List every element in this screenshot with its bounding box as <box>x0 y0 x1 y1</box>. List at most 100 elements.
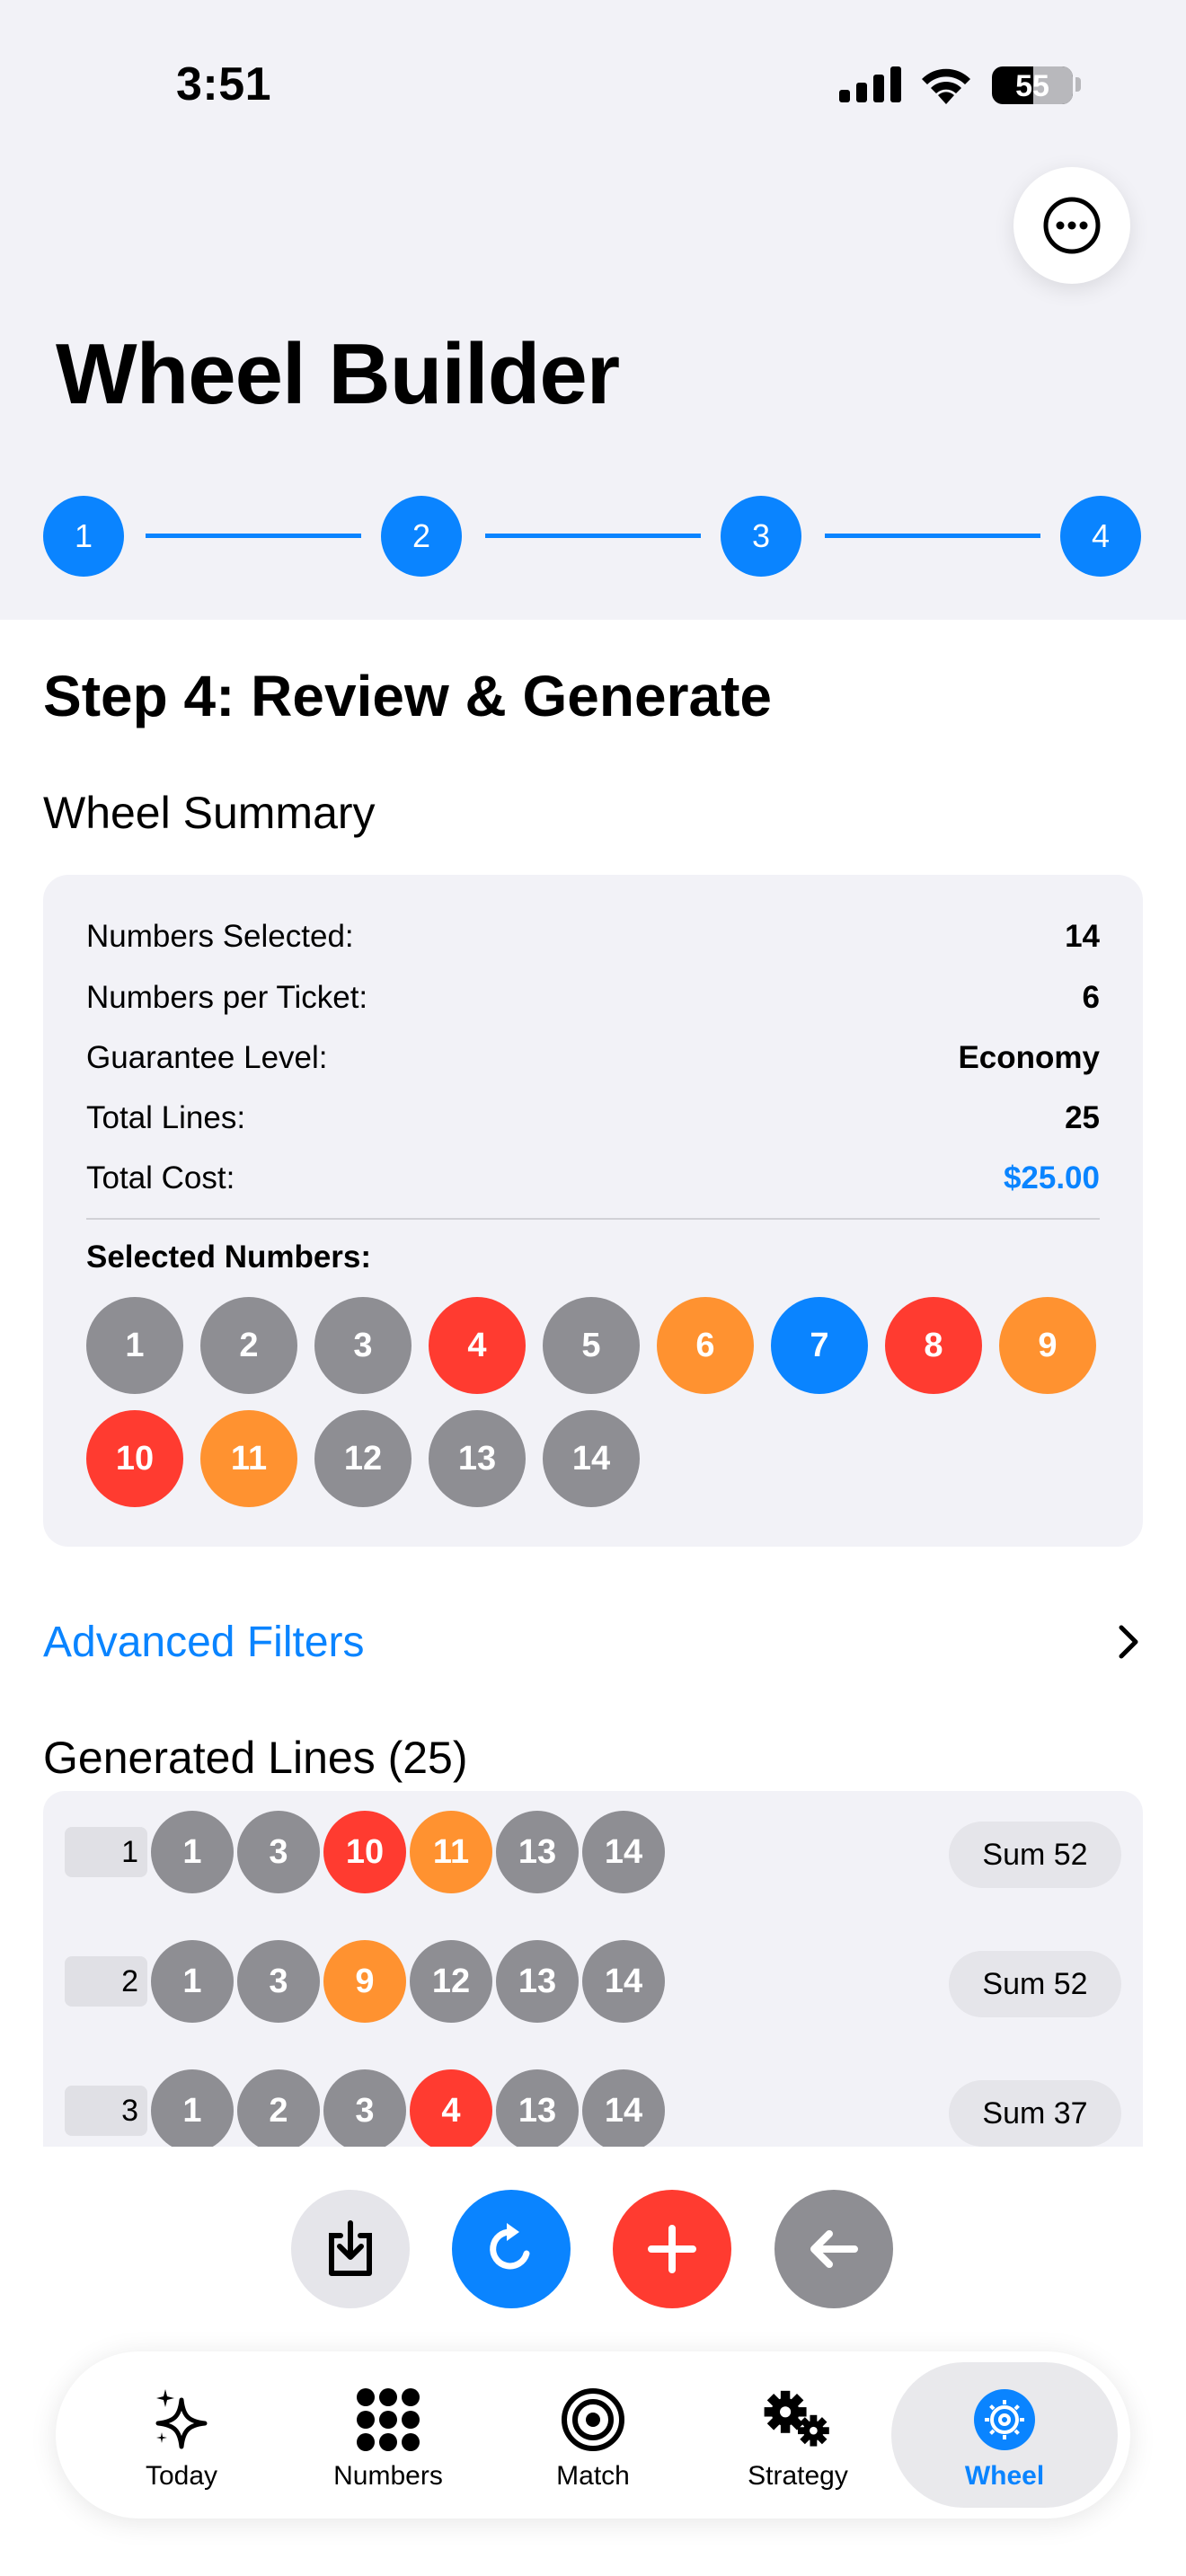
line-number: 3 <box>65 2086 147 2136</box>
summary-row: Numbers Selected: 14 <box>86 914 1100 959</box>
advanced-filters-row[interactable]: Advanced Filters <box>43 1608 1143 1676</box>
summary-label: Numbers per Ticket: <box>86 980 368 1015</box>
line-number: 2 <box>65 1956 147 2007</box>
number-ball: 14 <box>543 1410 640 1507</box>
number-ball: 12 <box>314 1410 412 1507</box>
back-button[interactable] <box>774 2190 893 2308</box>
line-ball: 14 <box>582 2069 665 2147</box>
line-ball: 3 <box>323 2069 406 2147</box>
summary-label: Guarantee Level: <box>86 1040 328 1075</box>
tab-label: Strategy <box>748 2461 848 2491</box>
summary-row: Total Lines: 25 <box>86 1096 1100 1141</box>
number-ball: 4 <box>429 1297 526 1394</box>
target-icon <box>562 2388 624 2451</box>
status-icons: 55 <box>839 63 1082 106</box>
line-ball: 1 <box>151 1940 234 2023</box>
battery-icon: 55 <box>992 66 1073 104</box>
number-ball: 9 <box>999 1297 1096 1394</box>
add-button[interactable] <box>613 2190 731 2308</box>
divider <box>86 1218 1100 1220</box>
sparkles-icon <box>155 2389 208 2449</box>
line-ball: 13 <box>496 1811 579 1893</box>
tab-label: Match <box>556 2461 630 2491</box>
summary-row: Guarantee Level: Economy <box>86 1036 1100 1081</box>
summary-row: Numbers per Ticket: 6 <box>86 975 1100 1020</box>
line-row[interactable]: 1 1 3 10 11 13 14 Sum 52 <box>43 1804 1143 1893</box>
number-ball: 10 <box>86 1410 183 1507</box>
step-1[interactable]: 1 <box>43 496 124 577</box>
sum-badge: Sum 37 <box>949 2080 1121 2147</box>
summary-label: Numbers Selected: <box>86 919 354 954</box>
tab-today[interactable]: Today <box>68 2362 295 2508</box>
signal-icon <box>839 66 902 102</box>
grid-dots-icon <box>357 2388 420 2451</box>
tab-wheel[interactable]: Wheel <box>891 2362 1118 2508</box>
line-ball: 2 <box>237 2069 320 2147</box>
download-button[interactable] <box>291 2190 410 2308</box>
ellipsis-circle-icon <box>1043 197 1101 254</box>
step-title: Step 4: Review & Generate <box>43 664 772 728</box>
line-ball: 9 <box>323 1940 406 2023</box>
add-icon <box>648 2225 696 2273</box>
total-cost-value: $25.00 <box>1003 1160 1100 1195</box>
step-connector <box>485 534 701 538</box>
line-ball: 11 <box>410 1811 492 1893</box>
step-2[interactable]: 2 <box>381 496 462 577</box>
advanced-filters-label: Advanced Filters <box>43 1618 365 1666</box>
number-ball: 3 <box>314 1297 412 1394</box>
number-ball: 6 <box>657 1297 754 1394</box>
sum-badge: Sum 52 <box>949 1822 1121 1888</box>
selected-numbers-label: Selected Numbers: <box>86 1239 372 1275</box>
line-ball: 14 <box>582 1811 665 1893</box>
tab-label: Today <box>145 2461 218 2491</box>
line-ball: 1 <box>151 2069 234 2147</box>
tab-strategy[interactable]: Strategy <box>685 2362 911 2508</box>
back-arrow-icon <box>810 2230 858 2268</box>
summary-row: Total Cost: $25.00 <box>86 1156 1100 1201</box>
summary-label: Total Cost: <box>86 1160 235 1195</box>
number-ball: 13 <box>429 1410 526 1507</box>
number-ball: 2 <box>200 1297 297 1394</box>
generated-lines-title: Generated Lines (25) <box>43 1733 468 1783</box>
summary-title: Wheel Summary <box>43 788 376 838</box>
tab-label: Numbers <box>333 2461 443 2491</box>
wheel-summary-card: Numbers Selected: 14 Numbers per Ticket:… <box>43 875 1143 1547</box>
tab-label: Wheel <box>964 2461 1045 2491</box>
tab-numbers[interactable]: Numbers <box>275 2362 501 2508</box>
generated-lines-list[interactable]: 1 1 3 10 11 13 14 Sum 52 2 1 3 9 12 13 14 Sum 52 3 1 2 3 4 13… <box>43 1791 1143 2147</box>
tab-bar: Today Numbers Match Strategy Wheel <box>56 2351 1130 2519</box>
chevron-right-icon <box>1119 1625 1138 1659</box>
battery-level: 55 <box>1015 69 1049 103</box>
wifi-icon <box>922 68 970 104</box>
number-ball: 5 <box>543 1297 640 1394</box>
wheel-gear-icon <box>974 2389 1035 2450</box>
regenerate-button[interactable] <box>452 2190 571 2308</box>
sum-badge: Sum 52 <box>949 1951 1121 2017</box>
line-ball: 10 <box>323 1811 406 1893</box>
step-3[interactable]: 3 <box>721 496 801 577</box>
line-ball: 12 <box>410 1940 492 2023</box>
number-ball: 11 <box>200 1410 297 1507</box>
refresh-icon <box>490 2223 530 2270</box>
number-ball: 8 <box>885 1297 982 1394</box>
status-time: 3:51 <box>176 58 272 110</box>
line-row[interactable]: 2 1 3 9 12 13 14 Sum 52 <box>43 1933 1143 2023</box>
line-ball: 1 <box>151 1811 234 1893</box>
gears-icon <box>764 2390 829 2447</box>
tab-match[interactable]: Match <box>480 2362 706 2508</box>
line-ball: 13 <box>496 2069 579 2147</box>
summary-value: Economy <box>958 1040 1100 1075</box>
download-icon <box>329 2220 372 2276</box>
more-button[interactable] <box>1013 167 1130 284</box>
step-connector <box>146 534 361 538</box>
number-ball: 7 <box>771 1297 868 1394</box>
line-number: 1 <box>65 1827 147 1877</box>
summary-label: Total Lines: <box>86 1100 246 1135</box>
summary-value: 14 <box>1065 919 1100 954</box>
line-ball: 14 <box>582 1940 665 2023</box>
step-4[interactable]: 4 <box>1060 496 1141 577</box>
line-ball: 3 <box>237 1940 320 2023</box>
line-row[interactable]: 3 1 2 3 4 13 14 Sum 37 <box>43 2062 1143 2147</box>
line-ball: 13 <box>496 1940 579 2023</box>
summary-value: 6 <box>1082 980 1100 1015</box>
